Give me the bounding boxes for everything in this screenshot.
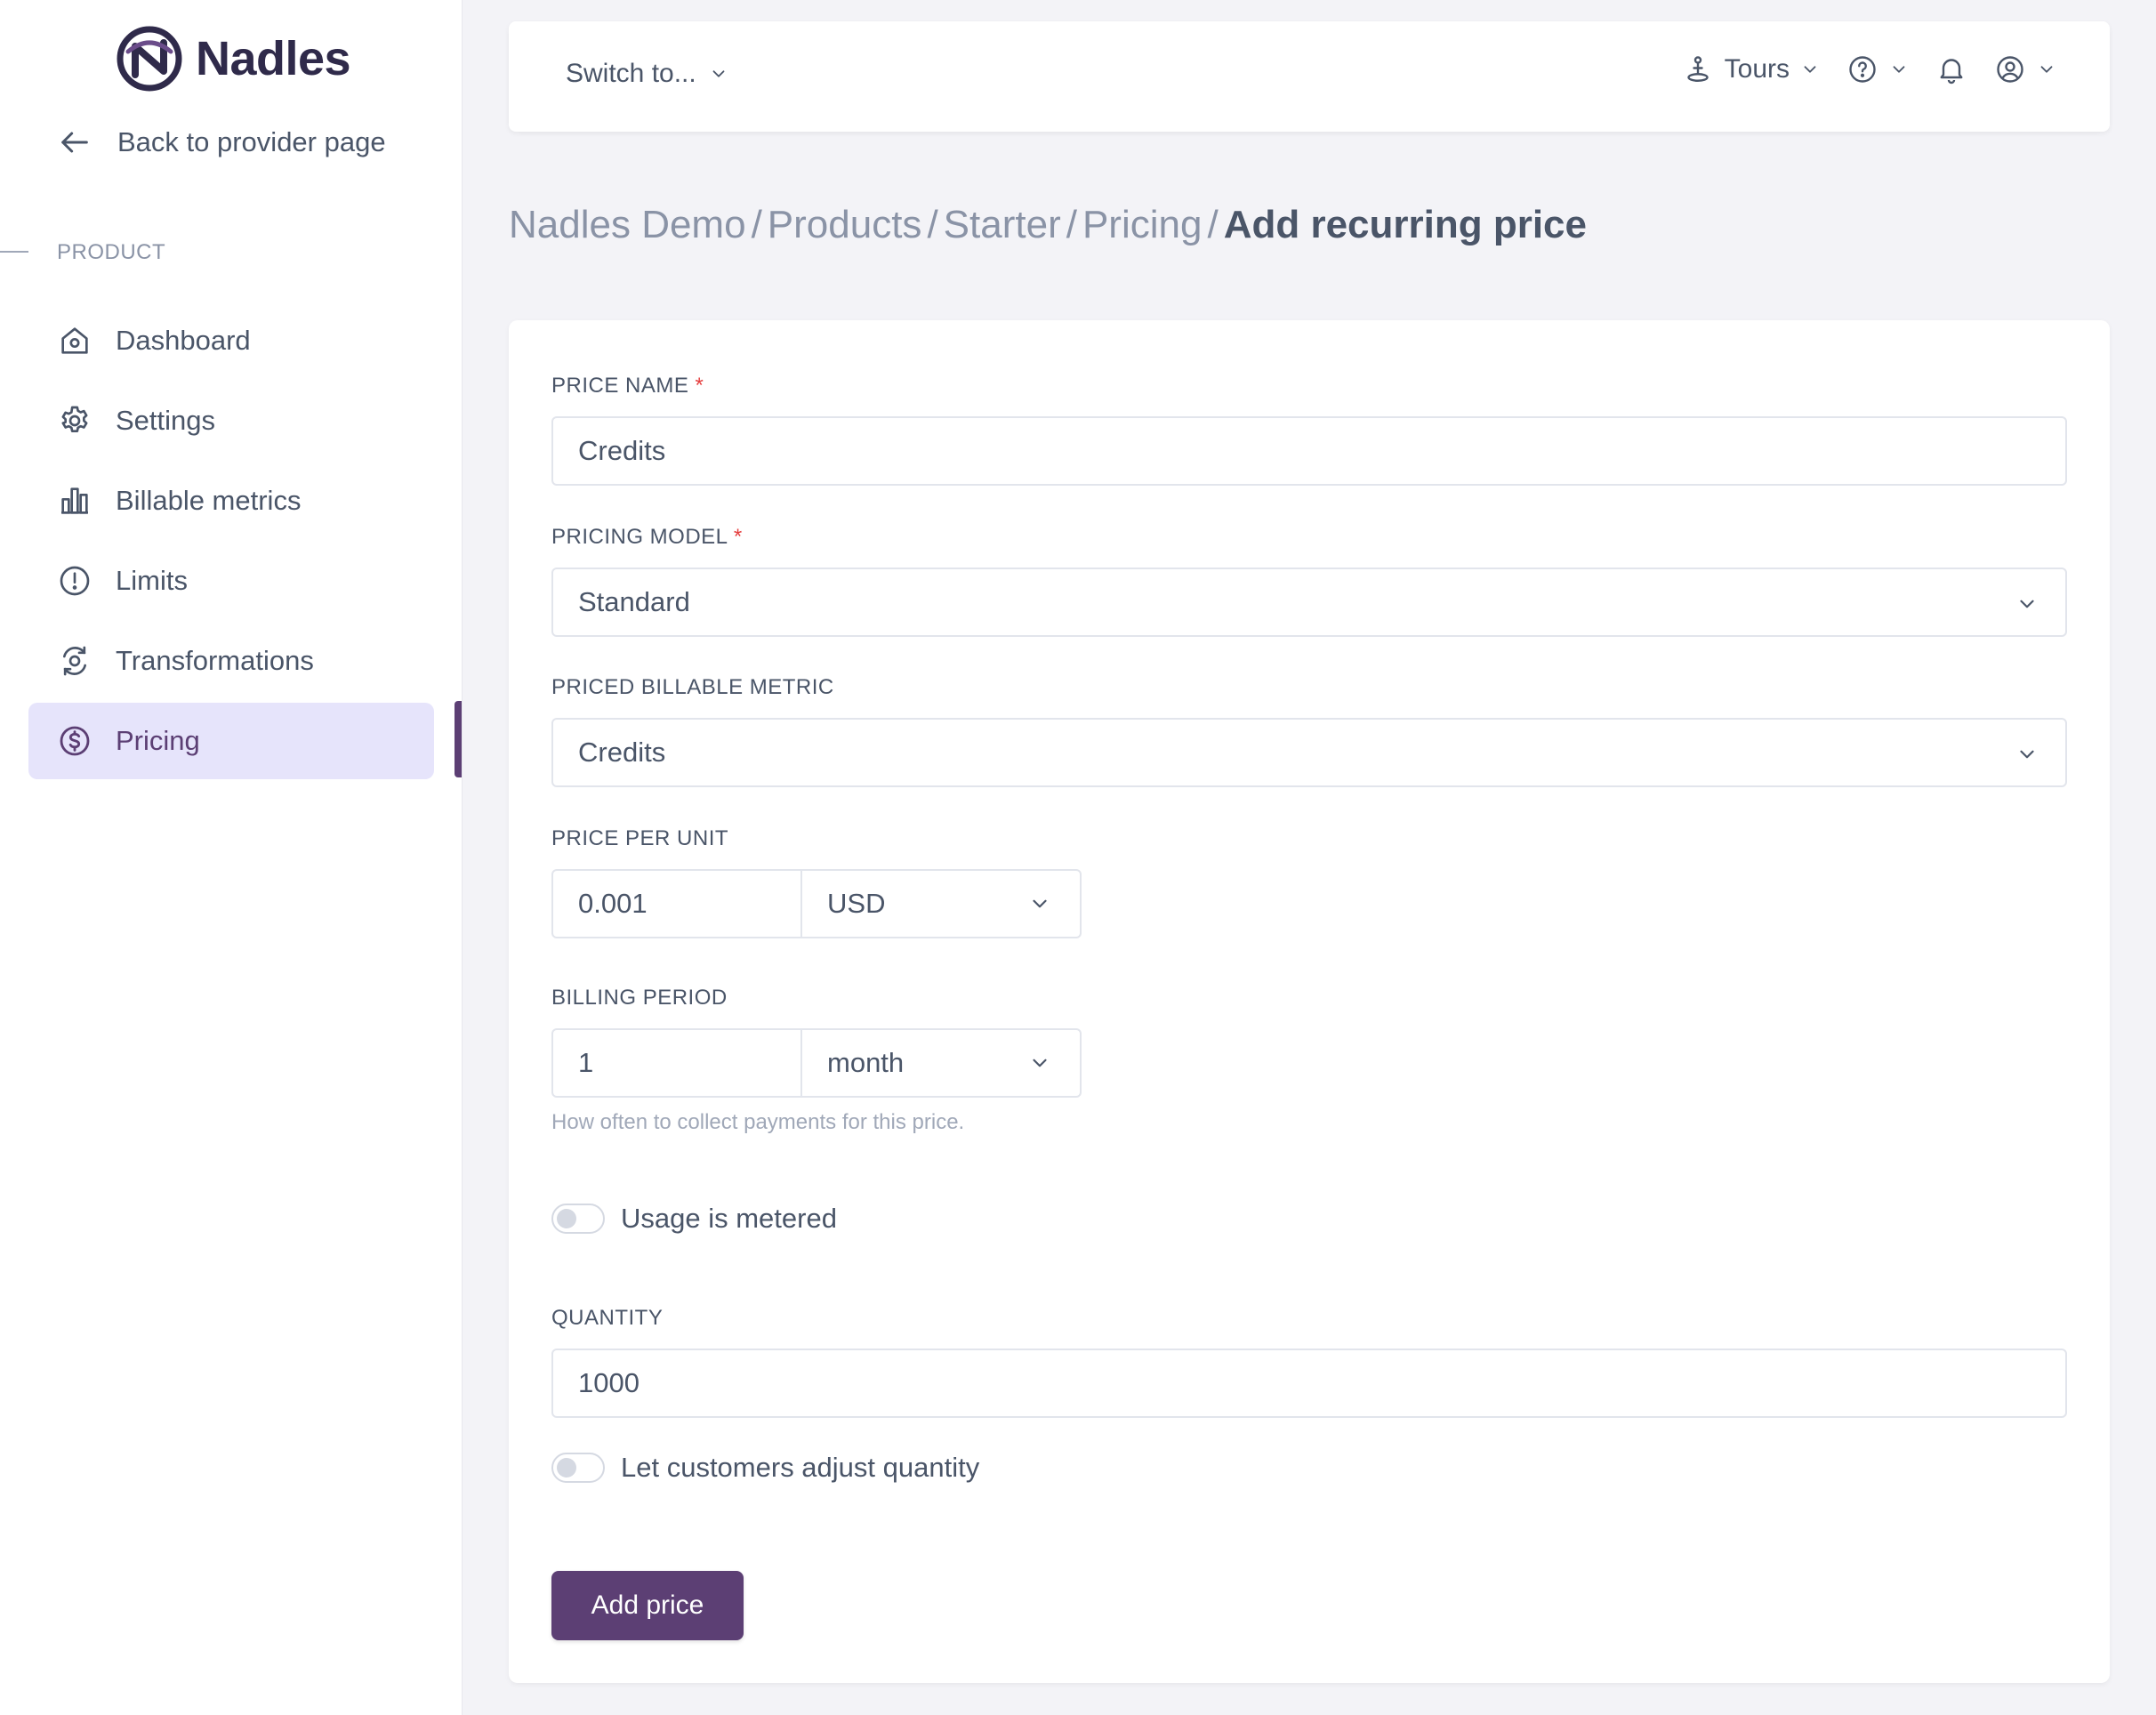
topbar-actions: Tours — [1682, 53, 2056, 85]
quantity-value: 1000 — [578, 1367, 640, 1398]
sidebar-item-settings[interactable]: Settings — [28, 382, 434, 459]
tours-dropdown[interactable]: Tours — [1682, 53, 1820, 85]
required-marker: * — [733, 525, 743, 549]
bar-chart-icon — [61, 487, 88, 514]
metered-toggle-row: Usage is metered — [551, 1203, 837, 1235]
sidebar: Nadles Back to provider page PRODUCT Das… — [0, 0, 463, 1715]
billing-period-help: How often to collect payments for this p… — [551, 1110, 965, 1134]
switch-to-dropdown[interactable]: Switch to... — [566, 59, 728, 89]
back-to-provider-link[interactable]: Back to provider page — [57, 125, 386, 160]
chevron-down-icon — [2040, 66, 2053, 73]
adjust-quantity-label: Let customers adjust quantity — [621, 1452, 980, 1483]
chevron-down-icon — [1033, 1059, 1047, 1067]
chevron-down-icon — [2020, 750, 2034, 759]
price-name-input[interactable]: Credits — [551, 416, 2067, 486]
gear-icon — [61, 406, 88, 432]
active-indicator — [455, 701, 462, 777]
breadcrumb-pricing[interactable]: Pricing — [1082, 203, 1203, 246]
arrow-left-icon — [61, 132, 88, 153]
transform-icon — [63, 646, 86, 676]
sidebar-item-label: Settings — [116, 405, 216, 436]
account-dropdown[interactable] — [1994, 53, 2056, 85]
sidebar-item-label: Limits — [116, 565, 188, 596]
bell-icon — [1940, 59, 1963, 85]
chevron-down-icon — [1893, 66, 1905, 73]
page-title: Add recurring price — [1223, 203, 1587, 246]
price-per-unit-group: 0.001 USD — [551, 869, 1082, 938]
currency-select[interactable]: USD — [802, 871, 1080, 937]
usage-metered-toggle[interactable] — [551, 1204, 605, 1234]
billing-period-unit-select[interactable]: month — [802, 1030, 1080, 1096]
tours-label: Tours — [1724, 54, 1790, 84]
sidebar-item-transformations[interactable]: Transformations — [28, 623, 434, 699]
price-per-unit-input[interactable]: 0.001 — [553, 871, 802, 937]
sidebar-item-label: Pricing — [116, 725, 200, 756]
priced-metric-select[interactable]: Credits — [551, 718, 2067, 787]
billing-period-unit-value: month — [827, 1047, 905, 1078]
breadcrumb-product[interactable]: Starter — [944, 203, 1061, 246]
chevron-down-icon — [1033, 899, 1047, 908]
breadcrumb-products[interactable]: Products — [768, 203, 922, 246]
sidebar-nav: Dashboard Settings Billable metrics Limi… — [28, 302, 434, 783]
chevron-down-icon — [2020, 600, 2034, 608]
quantity-label: QUANTITY — [551, 1306, 664, 1330]
section-label: PRODUCT — [57, 240, 166, 264]
quantity-input[interactable]: 1000 — [551, 1349, 2067, 1418]
usage-metered-label: Usage is metered — [621, 1203, 837, 1234]
sidebar-item-dashboard[interactable]: Dashboard — [28, 302, 434, 379]
pricing-model-value: Standard — [578, 586, 690, 617]
chevron-down-icon — [1804, 66, 1816, 73]
user-circle-icon — [1997, 56, 2023, 83]
section-divider — [0, 251, 28, 253]
topbar: Switch to... Tours — [509, 21, 2110, 132]
dollar-circle-icon — [60, 726, 90, 756]
currency-value: USD — [827, 888, 886, 919]
adjust-quantity-toggle-row: Let customers adjust quantity — [551, 1452, 979, 1484]
logo-text: Nadles — [196, 32, 351, 85]
price-name-value: Credits — [578, 435, 666, 466]
billing-period-label: BILLING PERIOD — [551, 986, 728, 1010]
logo[interactable]: Nadles — [116, 25, 351, 93]
sidebar-item-label: Dashboard — [116, 325, 251, 356]
breadcrumb-separator: / — [927, 203, 938, 246]
nadles-logo-icon — [117, 26, 182, 92]
back-link-label: Back to provider page — [117, 126, 386, 157]
app-root: Nadles Back to provider page PRODUCT Das… — [0, 0, 2156, 1715]
tour-guide-icon — [1686, 56, 1709, 82]
pricing-model-select[interactable]: Standard — [551, 568, 2067, 637]
breadcrumb-org[interactable]: Nadles Demo — [509, 203, 746, 246]
notifications-button[interactable] — [1935, 53, 1967, 85]
sidebar-item-billable-metrics[interactable]: Billable metrics — [28, 463, 434, 539]
chevron-down-icon — [712, 70, 725, 77]
price-per-unit-label: PRICE PER UNIT — [551, 826, 729, 850]
sidebar-item-label: Billable metrics — [116, 485, 302, 516]
price-name-label-text: PRICE NAME — [551, 374, 689, 398]
breadcrumb-separator: / — [751, 203, 762, 246]
sidebar-item-limits[interactable]: Limits — [28, 543, 434, 619]
switch-to-label: Switch to... — [566, 59, 696, 88]
help-circle-icon — [1849, 56, 1876, 83]
priced-metric-value: Credits — [578, 737, 666, 768]
required-marker: * — [695, 374, 704, 398]
pricing-model-label-text: PRICING MODEL — [551, 525, 728, 549]
help-dropdown[interactable] — [1846, 53, 1909, 85]
adjust-quantity-toggle[interactable] — [551, 1453, 605, 1483]
sidebar-item-pricing[interactable]: Pricing — [28, 703, 434, 779]
price-name-label: PRICE NAME * — [551, 374, 704, 399]
alert-circle-icon — [60, 566, 90, 596]
home-icon — [61, 327, 88, 354]
add-price-form: PRICE NAME * Credits PRICING MODEL * Sta… — [509, 320, 2110, 1683]
billing-period-group: 1 month — [551, 1028, 1082, 1098]
add-price-button[interactable]: Add price — [551, 1571, 744, 1640]
billing-period-count-input[interactable]: 1 — [553, 1030, 802, 1096]
pricing-model-label: PRICING MODEL * — [551, 525, 743, 550]
breadcrumb-separator: / — [1207, 203, 1219, 246]
sidebar-item-label: Transformations — [116, 645, 314, 676]
breadcrumb-separator: / — [1066, 203, 1077, 246]
breadcrumb: Nadles Demo / Products / Starter / Pricing / Add… — [509, 203, 1587, 247]
priced-metric-label: PRICED BILLABLE METRIC — [551, 675, 834, 699]
